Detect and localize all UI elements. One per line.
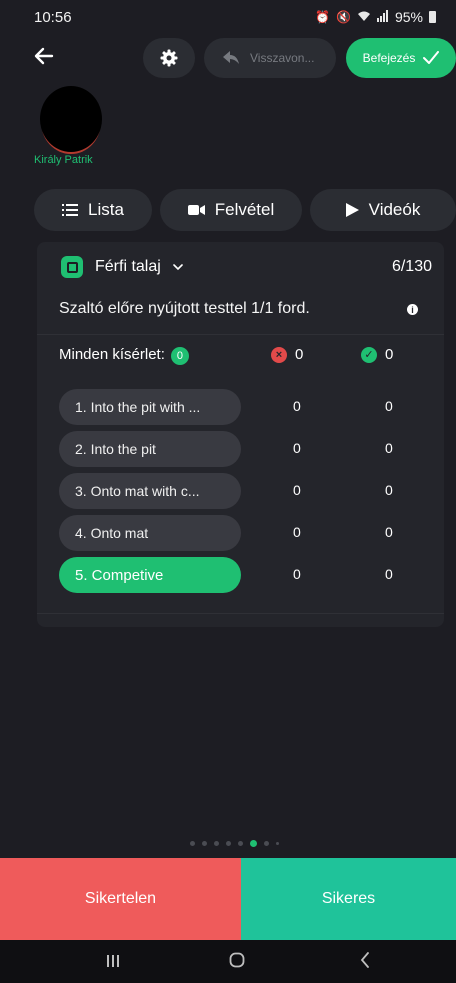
page-dot[interactable] [190, 841, 195, 846]
tab-videos[interactable]: Videók [310, 189, 456, 231]
variant-success-count: 0 [385, 566, 393, 582]
divider [37, 334, 444, 335]
divider [37, 613, 444, 614]
element-name: Szaltó előre nyújtott testtel 1/1 ford. [59, 300, 310, 317]
variant-button-4[interactable]: 4. Onto mat [59, 515, 241, 551]
chevron-down-icon [172, 263, 183, 270]
page-dot[interactable] [226, 841, 231, 846]
variant-row: 5. Competive 0 0 [59, 557, 429, 593]
settings-button[interactable] [143, 38, 195, 78]
success-icon: ✓ [361, 346, 377, 363]
variant-fail-count: 0 [293, 524, 301, 540]
avatar[interactable] [40, 86, 102, 152]
fail-button[interactable]: Sikertelen [0, 858, 241, 940]
variant-fail-count: 0 [293, 482, 301, 498]
signal-icon [376, 9, 389, 25]
status-bar: 10:56 ⏰ 🔇 95% [0, 0, 456, 34]
status-time: 10:56 [34, 8, 72, 26]
camera-icon [187, 205, 205, 215]
battery-percent: 95% [394, 9, 423, 25]
top-bar: Visszavon... Befejezés [0, 38, 456, 82]
fail-icon: × [271, 346, 287, 363]
page-dot-active[interactable] [250, 840, 257, 847]
athlete-name: Király Patrik [34, 154, 93, 166]
battery-icon [429, 11, 436, 23]
success-total-value: 0 [385, 346, 394, 363]
page-dot[interactable] [264, 841, 269, 846]
gear-icon [160, 49, 178, 67]
variant-fail-count: 0 [293, 398, 301, 414]
page-dot[interactable] [276, 842, 279, 845]
result-actions: Sikertelen Sikeres [0, 858, 456, 940]
arrow-left-icon [34, 47, 54, 65]
recent-apps-icon[interactable] [106, 952, 120, 973]
discipline-selector[interactable]: Férfi talaj [61, 256, 183, 278]
all-attempts-badge: 0 [170, 347, 189, 365]
success-total: ✓ 0 [361, 346, 393, 363]
tab-recording[interactable]: Felvétel [160, 189, 302, 231]
status-icons: ⏰ 🔇 95% [315, 9, 436, 25]
page-dot[interactable] [238, 841, 243, 846]
variant-fail-count: 0 [293, 440, 301, 456]
all-attempts-row: Minden kísérlet: 0 × 0 ✓ 0 [59, 346, 429, 370]
variant-button-2[interactable]: 2. Into the pit [59, 431, 241, 467]
all-attempts-label: Minden kísérlet: [59, 346, 165, 363]
success-button-label: Sikeres [321, 890, 376, 907]
tab-list-label: Lista [88, 200, 124, 219]
tab-videos-label: Videók [368, 200, 421, 219]
back-nav-icon[interactable] [360, 952, 370, 973]
page-indicator [190, 840, 279, 847]
variant-fail-count: 0 [293, 566, 301, 582]
play-icon [345, 203, 359, 217]
variant-success-count: 0 [385, 440, 393, 456]
page-dot[interactable] [202, 841, 207, 846]
element-counter: 6/130 [391, 258, 432, 275]
variant-row: 3. Onto mat with c... 0 0 [59, 473, 429, 509]
variant-row: 1. Into the pit with ... 0 0 [59, 389, 429, 425]
variant-button-3[interactable]: 3. Onto mat with c... [59, 473, 241, 509]
element-card: Férfi talaj 6/130 Szaltó előre nyújtott … [37, 242, 444, 627]
mute-icon: 🔇 [336, 10, 351, 24]
fail-button-label: Sikertelen [84, 890, 157, 907]
variant-success-count: 0 [385, 524, 393, 540]
tab-list[interactable]: Lista [34, 189, 152, 231]
undo-icon [223, 51, 239, 64]
undo-button[interactable]: Visszavon... [204, 38, 336, 78]
checkmark-icon [423, 51, 440, 64]
tab-recording-label: Felvétel [214, 200, 275, 219]
undo-label: Visszavon... [250, 51, 315, 65]
fail-total-value: 0 [295, 346, 304, 363]
home-icon[interactable] [229, 952, 245, 973]
system-nav-bar [0, 940, 456, 983]
wifi-icon [357, 10, 371, 25]
info-icon[interactable]: i [407, 304, 418, 315]
view-tabs: Lista Felvétel Videók [34, 189, 456, 231]
list-icon [62, 204, 79, 216]
variant-success-count: 0 [385, 482, 393, 498]
variant-row: 4. Onto mat 0 0 [59, 515, 429, 551]
finish-button[interactable]: Befejezés [346, 38, 456, 78]
variant-row: 2. Into the pit 0 0 [59, 431, 429, 467]
success-button[interactable]: Sikeres [241, 858, 456, 940]
page-dot[interactable] [214, 841, 219, 846]
variant-button-1[interactable]: 1. Into the pit with ... [59, 389, 241, 425]
discipline-icon [61, 256, 83, 278]
fail-total: × 0 [271, 346, 303, 363]
variant-success-count: 0 [385, 398, 393, 414]
finish-label: Befejezés [362, 51, 416, 65]
discipline-label: Férfi talaj [95, 258, 161, 275]
variant-button-5[interactable]: 5. Competive [59, 557, 241, 593]
back-button[interactable] [34, 44, 62, 72]
alarm-icon: ⏰ [315, 10, 331, 24]
